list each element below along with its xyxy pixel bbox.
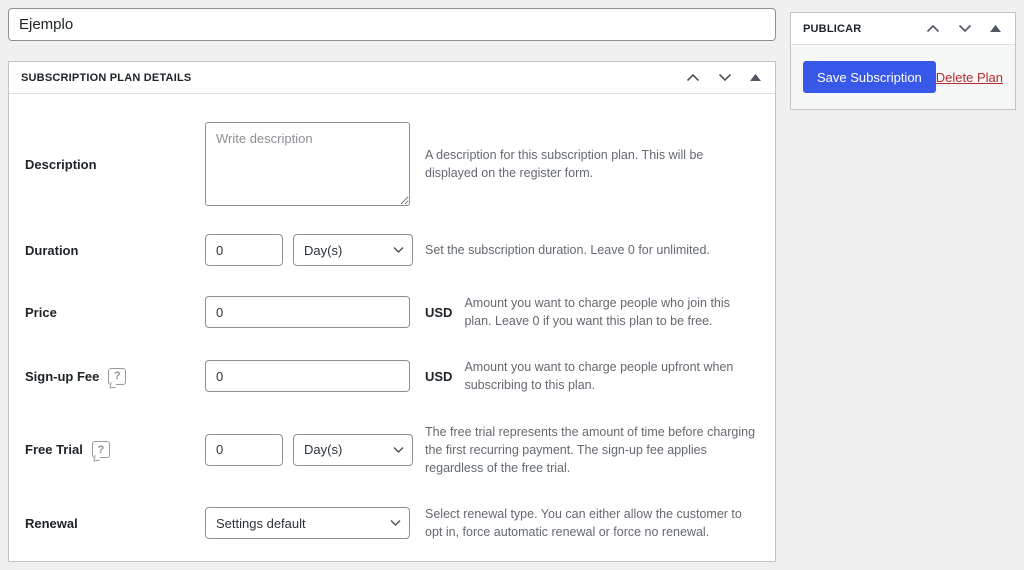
signup-fee-row: Sign-up Fee ? USD Amount you want to cha…: [21, 358, 763, 394]
free-trial-unit-select-wrap: Day(s): [293, 433, 413, 466]
metabox-header: SUBSCRIPTION PLAN DETAILS: [9, 62, 775, 94]
sidebar-column: PUBLICAR Save Subscription Delete Plan: [790, 8, 1016, 110]
field-label-text: Duration: [25, 242, 79, 258]
admin-page: SUBSCRIPTION PLAN DETAILS: [0, 0, 1024, 570]
publish-metabox: PUBLICAR Save Subscription Delete Plan: [790, 12, 1016, 110]
free-trial-control: Day(s): [205, 433, 425, 466]
move-up-icon[interactable]: [684, 71, 702, 84]
signup-fee-help-text: Amount you want to charge people upfront…: [464, 360, 734, 393]
renewal-select[interactable]: Settings default: [205, 507, 410, 539]
description-control: [205, 122, 425, 206]
signup-fee-label: Sign-up Fee ?: [21, 367, 205, 385]
signup-fee-control: [205, 360, 425, 393]
price-control: [205, 296, 425, 329]
price-input[interactable]: [205, 296, 410, 329]
subscription-plan-details-metabox: SUBSCRIPTION PLAN DETAILS Description Wr…: [8, 61, 776, 563]
renewal-label: Renewal: [21, 516, 205, 531]
renewal-select-wrap: Settings default: [205, 507, 410, 539]
duration-control: Day(s): [205, 234, 425, 266]
renewal-row: Renewal Settings default Select renewal …: [21, 505, 763, 541]
signup-fee-currency-label: USD: [425, 368, 453, 384]
price-help-text: Amount you want to charge people who joi…: [464, 296, 730, 329]
delete-plan-link[interactable]: Delete Plan: [936, 70, 1003, 85]
main-column: SUBSCRIPTION PLAN DETAILS: [8, 8, 776, 563]
publish-metabox-body: Save Subscription Delete Plan: [791, 45, 1015, 109]
renewal-help-text: Select renewal type. You can either allo…: [425, 506, 742, 539]
field-label-text: Free Trial: [25, 442, 83, 458]
signup-fee-input[interactable]: [205, 360, 410, 393]
free-trial-label: Free Trial ?: [21, 441, 205, 459]
move-down-icon[interactable]: [956, 22, 974, 35]
free-trial-row: Free Trial ? Day(s): [21, 423, 763, 477]
field-label-text: Price: [25, 304, 57, 320]
field-label-text: Description: [25, 156, 97, 172]
toggle-panel-icon[interactable]: [748, 72, 763, 83]
duration-unit-select[interactable]: Day(s): [293, 234, 413, 266]
duration-label: Duration: [21, 243, 205, 258]
publish-metabox-header: PUBLICAR: [791, 13, 1015, 45]
renewal-control: Settings default: [205, 507, 425, 539]
free-trial-input[interactable]: [205, 433, 283, 466]
price-label: Price: [21, 305, 205, 320]
publish-metabox-title: PUBLICAR: [803, 22, 862, 35]
metabox-title: SUBSCRIPTION PLAN DETAILS: [21, 71, 192, 84]
help-icon[interactable]: ?: [91, 441, 110, 459]
description-textarea[interactable]: [205, 122, 410, 206]
description-label: Description: [21, 157, 205, 172]
duration-help-text: Set the subscription duration. Leave 0 f…: [425, 242, 710, 257]
field-label-text: Renewal: [25, 515, 78, 531]
help-icon[interactable]: ?: [108, 367, 127, 385]
metabox-handle-actions: [684, 71, 763, 84]
free-trial-help-text: The free trial represents the amount of …: [425, 424, 756, 475]
move-down-icon[interactable]: [716, 71, 734, 84]
price-currency-label: USD: [425, 304, 453, 320]
price-row: Price USD Amount you want to charge peop…: [21, 294, 763, 330]
field-label-text: Sign-up Fee: [25, 368, 100, 384]
duration-row: Duration Day(s) Set the s: [21, 234, 763, 266]
description-help-text: A description for this subscription plan…: [425, 147, 704, 180]
title-input[interactable]: [8, 8, 776, 41]
move-up-icon[interactable]: [924, 22, 942, 35]
toggle-panel-icon[interactable]: [988, 23, 1003, 34]
duration-unit-select-wrap: Day(s): [293, 234, 413, 266]
description-row: Description A description for this subsc…: [21, 122, 763, 206]
save-subscription-button[interactable]: Save Subscription: [803, 61, 936, 93]
publish-handle-actions: [924, 22, 1003, 35]
duration-input[interactable]: [205, 234, 283, 266]
free-trial-unit-select[interactable]: Day(s): [293, 433, 413, 466]
metabox-body: Description A description for this subsc…: [9, 94, 775, 561]
